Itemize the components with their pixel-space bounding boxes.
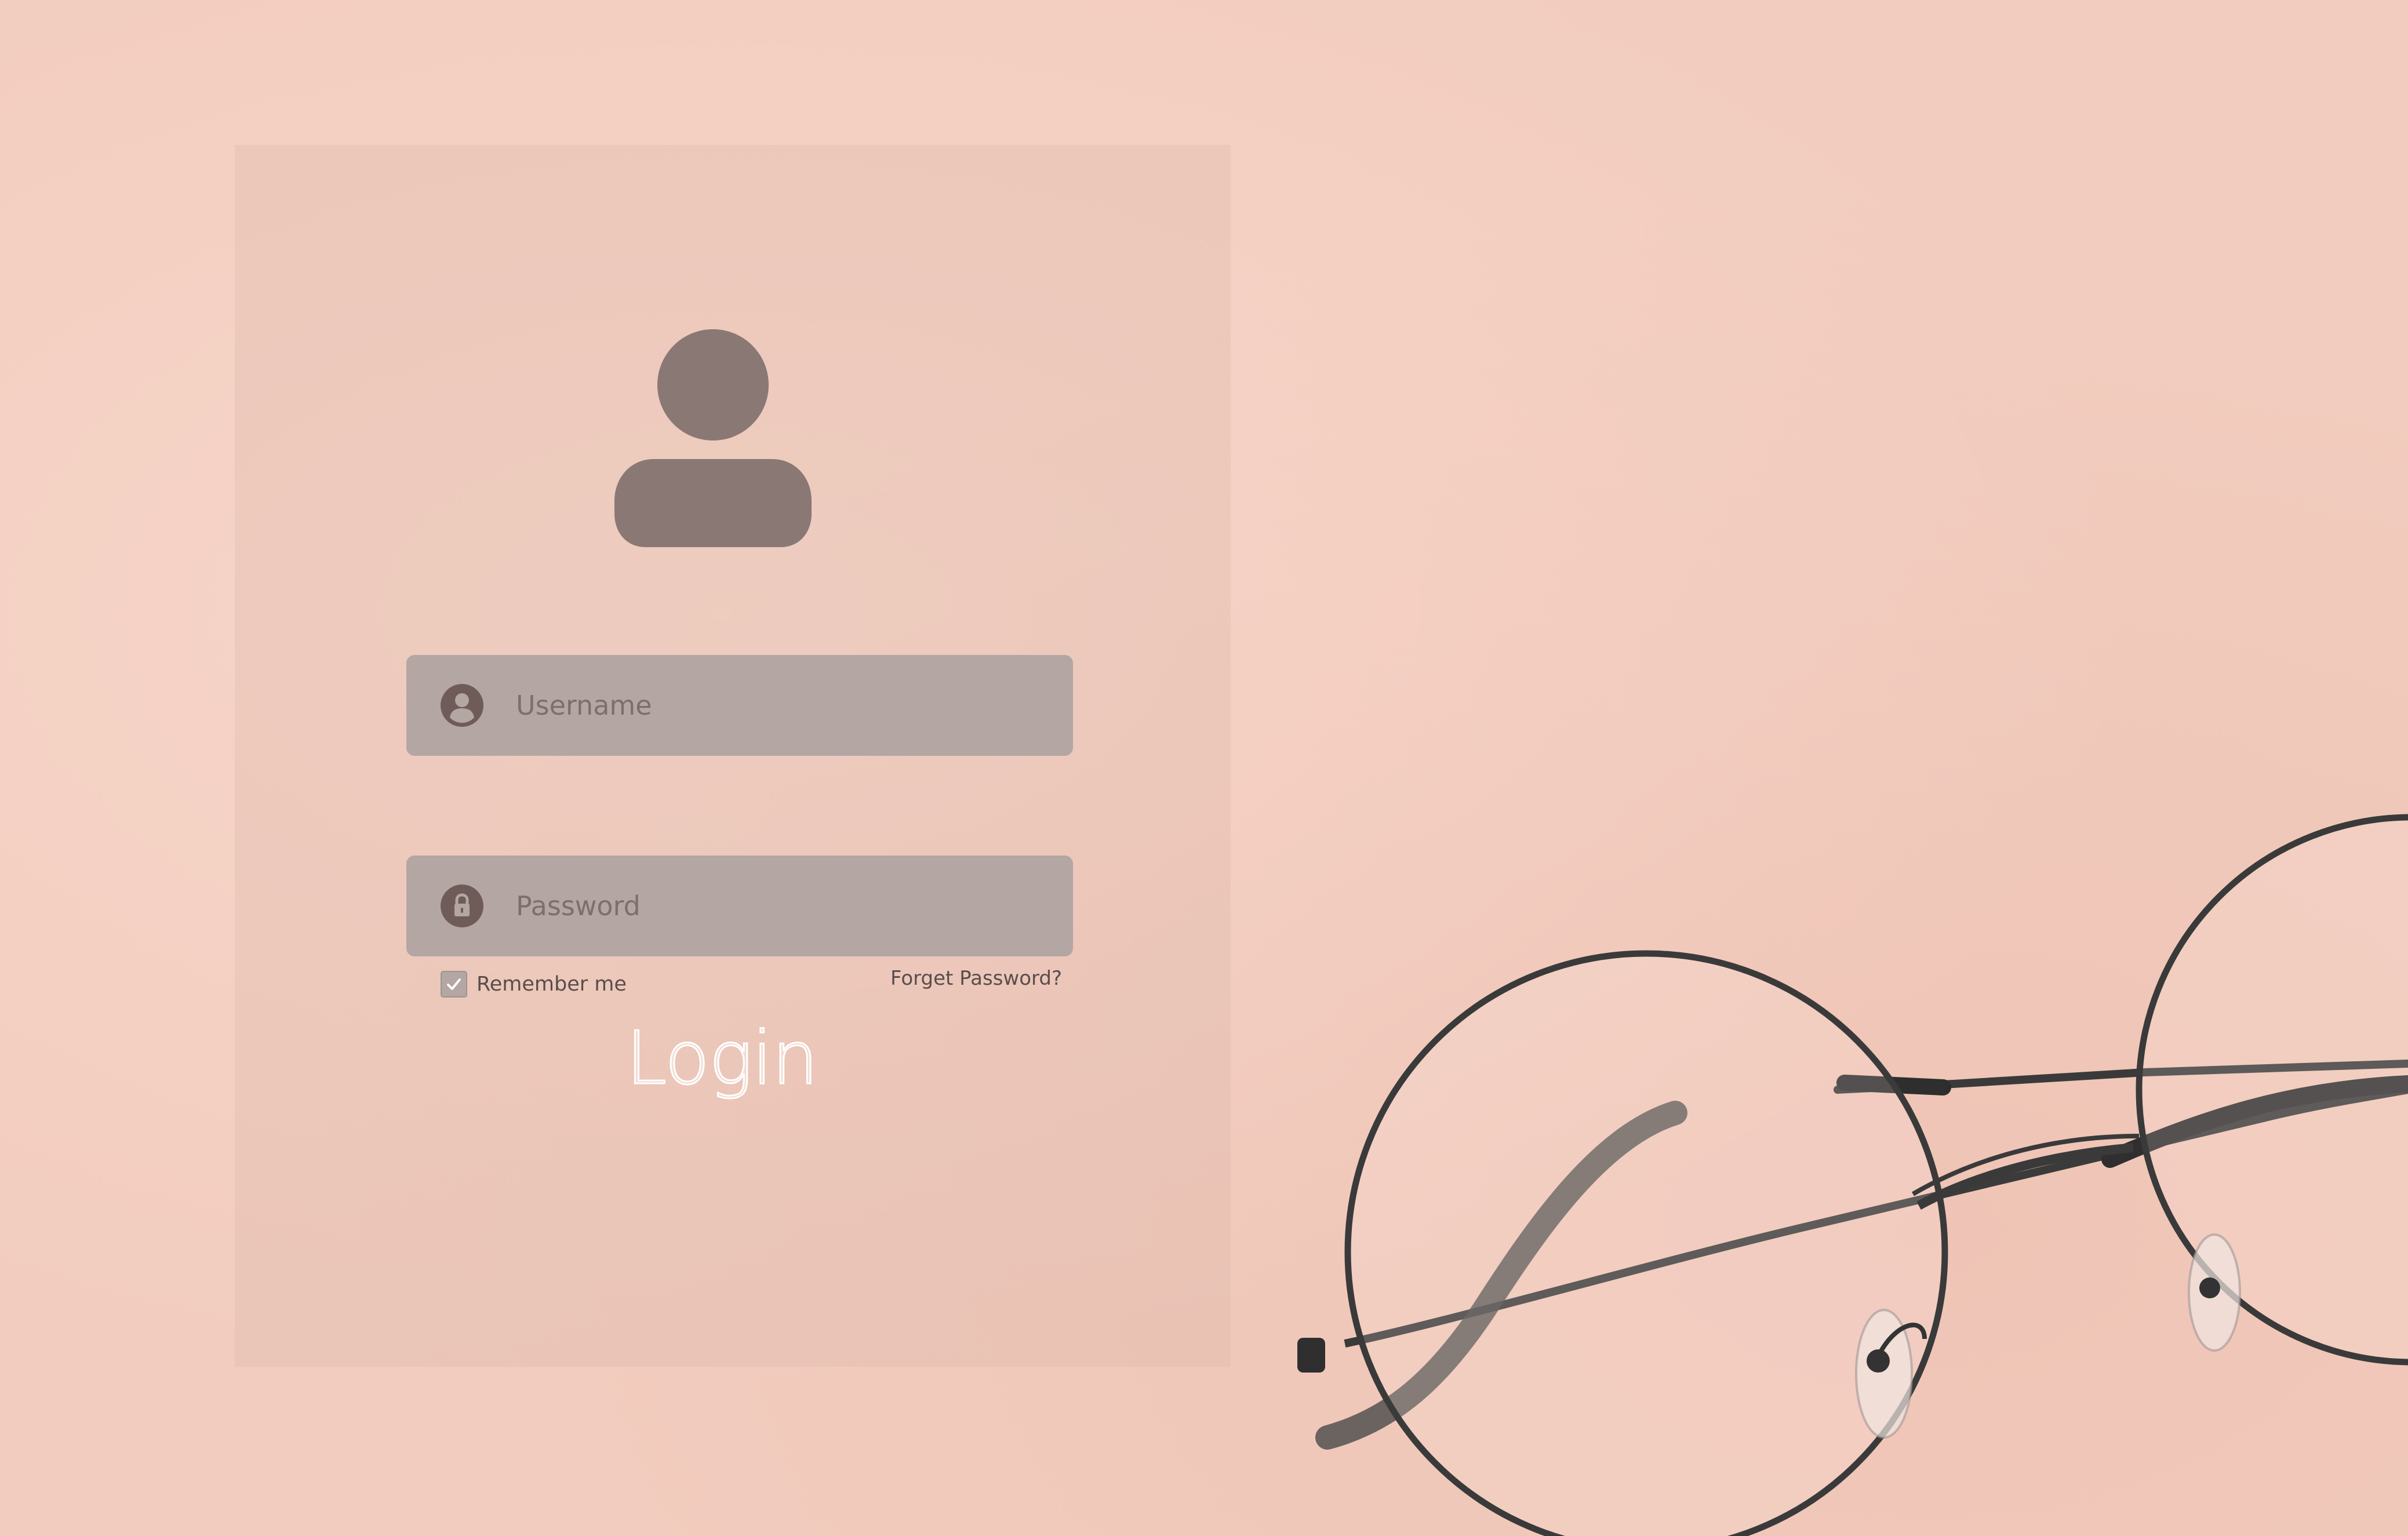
remember-me-checkbox[interactable] bbox=[441, 971, 467, 998]
remember-me[interactable]: Remember me bbox=[441, 971, 627, 998]
lock-icon bbox=[441, 885, 483, 927]
login-panel bbox=[235, 145, 1231, 1367]
password-field[interactable] bbox=[406, 856, 1073, 956]
remember-me-label: Remember me bbox=[476, 973, 627, 996]
password-input[interactable] bbox=[516, 856, 1073, 956]
login-button[interactable]: Login bbox=[625, 1009, 841, 1107]
username-input[interactable] bbox=[516, 655, 1073, 756]
forgot-password-link[interactable]: Forget Password? bbox=[890, 967, 1074, 990]
user-avatar-icon bbox=[614, 329, 812, 547]
checkmark-icon bbox=[447, 978, 461, 990]
user-circle-icon bbox=[441, 684, 483, 727]
username-field[interactable] bbox=[406, 655, 1073, 756]
